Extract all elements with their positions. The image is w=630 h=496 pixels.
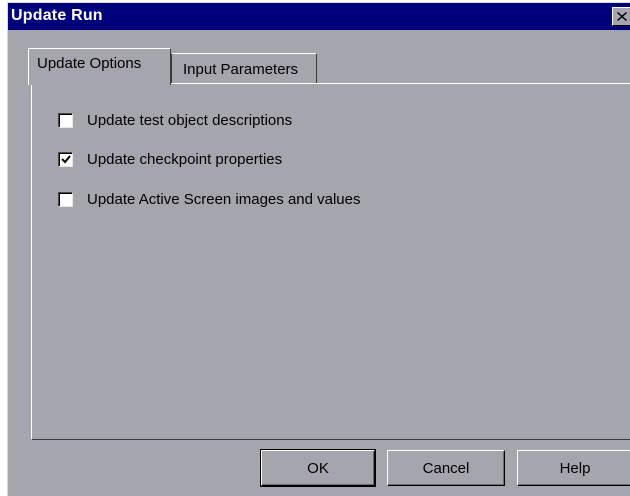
window-title: Update Run (11, 7, 103, 24)
update-active-screen-label: Update Active Screen images and values (87, 190, 361, 208)
tab-update-options-label: Update Options (37, 55, 142, 72)
tab-panel-update-options (31, 83, 630, 440)
update-run-dialog: Update Run Update Options Input Paramete… (7, 2, 630, 496)
update-checkpoint-properties-checkbox[interactable] (58, 151, 73, 167)
option-update-checkpoint-properties[interactable]: Update checkpoint properties (58, 149, 282, 169)
update-active-screen-checkbox[interactable] (58, 191, 73, 207)
tab-input-parameters[interactable]: Input Parameters (171, 53, 317, 84)
title-bar[interactable]: Update Run (8, 3, 630, 30)
cancel-button[interactable]: Cancel (387, 450, 505, 486)
help-button[interactable]: Help (517, 450, 630, 486)
tab-input-parameters-label: Input Parameters (183, 61, 299, 78)
close-icon (617, 12, 627, 21)
option-update-test-object-descriptions[interactable]: Update test object descriptions (58, 110, 292, 130)
update-test-object-descriptions-checkbox[interactable] (58, 112, 73, 128)
tab-update-options[interactable]: Update Options (28, 48, 171, 85)
checkmark-icon (61, 154, 71, 163)
option-update-active-screen[interactable]: Update Active Screen images and values (58, 189, 361, 209)
ok-button[interactable]: OK (260, 449, 376, 487)
update-test-object-descriptions-label: Update test object descriptions (87, 111, 293, 129)
close-button[interactable] (612, 7, 630, 26)
update-checkpoint-properties-label: Update checkpoint properties (87, 150, 283, 168)
